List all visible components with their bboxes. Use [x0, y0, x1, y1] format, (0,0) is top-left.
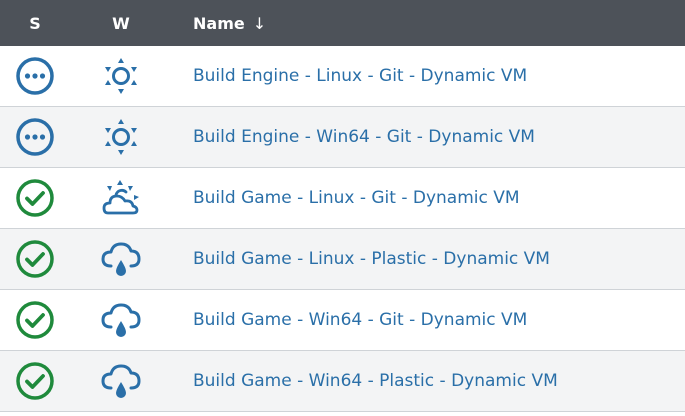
status-cell: [0, 178, 70, 218]
success-icon[interactable]: [15, 239, 55, 279]
table-row: Build Game - Linux - Plastic - Dynamic V…: [0, 229, 685, 290]
job-link[interactable]: Build Game - Linux - Git - Dynamic VM: [193, 188, 520, 208]
weather-cell: [70, 238, 172, 280]
status-cell: [0, 361, 70, 401]
in-progress-icon[interactable]: [15, 56, 55, 96]
job-link[interactable]: Build Game - Win64 - Plastic - Dynamic V…: [193, 371, 558, 391]
status-cell: [0, 56, 70, 96]
status-cell: [0, 117, 70, 157]
in-progress-icon[interactable]: [15, 117, 55, 157]
partly-cloudy-icon[interactable]: [100, 177, 142, 219]
job-link[interactable]: Build Game - Linux - Plastic - Dynamic V…: [193, 249, 550, 269]
column-header-status[interactable]: S: [0, 14, 70, 33]
status-cell: [0, 300, 70, 340]
success-icon[interactable]: [15, 300, 55, 340]
name-cell: Build Engine - Linux - Git - Dynamic VM: [172, 66, 685, 86]
rain-cloud-icon[interactable]: [100, 360, 142, 402]
rain-cloud-icon[interactable]: [100, 238, 142, 280]
column-header-weather[interactable]: W: [70, 14, 172, 33]
name-cell: Build Game - Linux - Plastic - Dynamic V…: [172, 249, 685, 269]
sort-descending-icon: ↓: [252, 13, 267, 33]
weather-column-label: W: [112, 13, 130, 33]
job-link[interactable]: Build Engine - Win64 - Git - Dynamic VM: [193, 127, 535, 147]
weather-cell: [70, 117, 172, 157]
table-row: Build Game - Win64 - Git - Dynamic VM: [0, 290, 685, 351]
table-row: Build Engine - Win64 - Git - Dynamic VM: [0, 107, 685, 168]
sunny-icon[interactable]: [101, 117, 141, 157]
rain-cloud-icon[interactable]: [100, 299, 142, 341]
column-header-name[interactable]: Name ↓: [172, 14, 685, 33]
weather-cell: [70, 177, 172, 219]
table-row: Build Engine - Linux - Git - Dynamic VM: [0, 46, 685, 107]
table-row: Build Game - Win64 - Plastic - Dynamic V…: [0, 351, 685, 412]
jobs-table: S W Name ↓ Build Engine - Linux - Git - …: [0, 0, 685, 412]
sunny-icon[interactable]: [101, 56, 141, 96]
table-header: S W Name ↓: [0, 0, 685, 46]
status-cell: [0, 239, 70, 279]
status-column-label: S: [29, 13, 41, 33]
weather-cell: [70, 299, 172, 341]
name-cell: Build Engine - Win64 - Git - Dynamic VM: [172, 127, 685, 147]
name-cell: Build Game - Linux - Git - Dynamic VM: [172, 188, 685, 208]
name-cell: Build Game - Win64 - Git - Dynamic VM: [172, 310, 685, 330]
weather-cell: [70, 56, 172, 96]
table-row: Build Game - Linux - Git - Dynamic VM: [0, 168, 685, 229]
name-cell: Build Game - Win64 - Plastic - Dynamic V…: [172, 371, 685, 391]
job-link[interactable]: Build Engine - Linux - Git - Dynamic VM: [193, 66, 527, 86]
success-icon[interactable]: [15, 361, 55, 401]
weather-cell: [70, 360, 172, 402]
job-link[interactable]: Build Game - Win64 - Git - Dynamic VM: [193, 310, 527, 330]
name-column-label: Name: [193, 13, 245, 33]
success-icon[interactable]: [15, 178, 55, 218]
